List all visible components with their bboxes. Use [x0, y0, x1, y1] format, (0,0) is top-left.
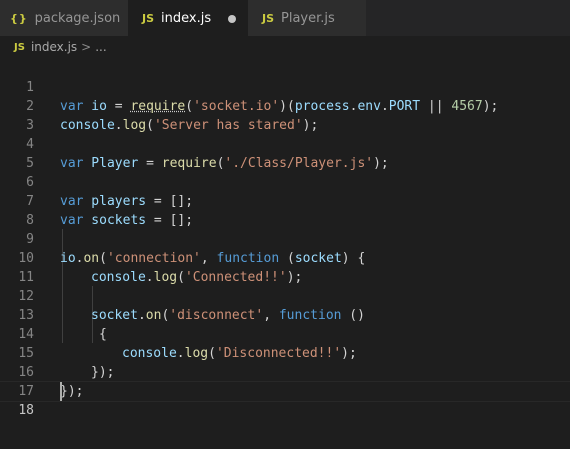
- code-line: 2 console.log('Server has stared');: [0, 78, 570, 133]
- code-line: 6 var players = [];: [0, 154, 570, 209]
- tab-label: package.json: [34, 10, 121, 26]
- code-line: 17: [0, 363, 570, 399]
- tab-package-json[interactable]: {} package.json: [0, 0, 128, 36]
- code-line: 5: [0, 135, 570, 171]
- code-line: 13 {: [0, 287, 570, 342]
- code-line: 1 var io = require('socket.io')(process.…: [0, 59, 570, 114]
- js-file-icon: JS: [262, 11, 275, 25]
- unsaved-dot-icon[interactable]: [228, 15, 236, 23]
- chevron-right-icon: >: [81, 40, 92, 54]
- code-line: 7 var sockets = [];: [0, 173, 570, 228]
- breadcrumb-file[interactable]: index.js: [31, 40, 77, 54]
- tab-label: index.js: [161, 10, 212, 26]
- tab-index-js[interactable]: JS index.js: [128, 0, 248, 36]
- js-file-icon: JS: [14, 41, 25, 53]
- js-file-icon: JS: [142, 11, 155, 25]
- code-line: 4 var Player = require('./Class/Player.j…: [0, 116, 570, 171]
- json-file-icon: {}: [10, 11, 28, 25]
- tab-player-js[interactable]: JS Player.js: [248, 0, 366, 36]
- code-line: 16 });: [0, 344, 570, 399]
- current-line-highlight: 18: [0, 381, 570, 418]
- code-line: 14 console.log('Disconnected!!');: [0, 306, 570, 361]
- code-line: 8: [0, 192, 570, 228]
- code-line: 11: [0, 249, 570, 285]
- code-editor[interactable]: 1 var io = require('socket.io')(process.…: [0, 58, 570, 449]
- code-line: 10 console.log('Connected!!');: [0, 230, 570, 285]
- editor-tab-bar: {} package.json JS index.js JS Player.js: [0, 0, 570, 36]
- breadcrumb-symbol[interactable]: ...: [95, 40, 106, 54]
- code-line: 3: [0, 97, 570, 133]
- code-line: 9 io.on('connection', function (socket) …: [0, 211, 570, 266]
- code-line: 15 });: [0, 325, 570, 380]
- tab-label: Player.js: [281, 10, 335, 26]
- line-number: 18: [18, 403, 34, 418]
- code-line: 12 socket.on('disconnect', function (): [0, 268, 570, 323]
- text-cursor: [60, 382, 62, 401]
- breadcrumb: JS index.js > ...: [0, 36, 570, 58]
